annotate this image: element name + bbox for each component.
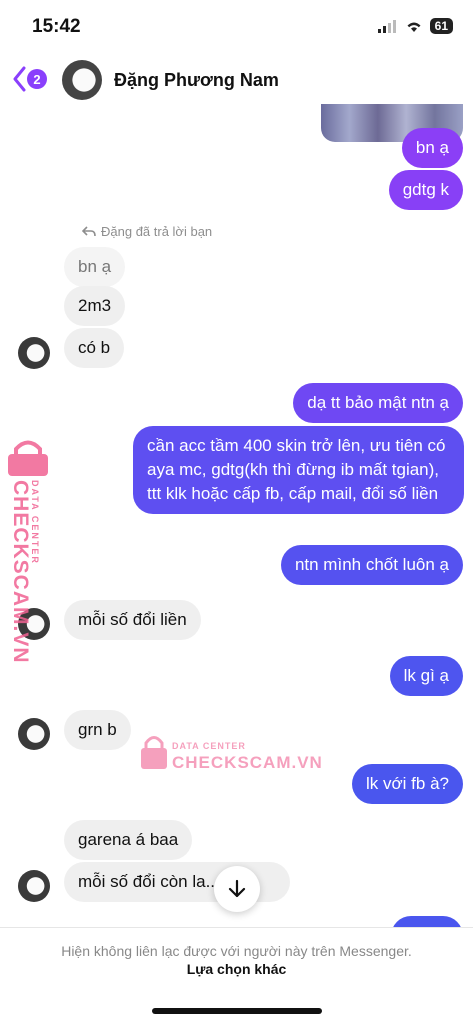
- scroll-to-bottom-button[interactable]: [214, 866, 260, 912]
- chat-header: 2 Đặng Phương Nam: [0, 52, 473, 108]
- message-bubble-outgoing[interactable]: ntn mình chốt luôn ạ: [280, 545, 463, 585]
- chevron-left-icon: [13, 66, 26, 92]
- status-time: 15:42: [32, 16, 81, 37]
- reply-note-text: Đặng đã trả lời bạn: [101, 224, 213, 239]
- watermark-center-label: DATA CENTER: [172, 741, 246, 751]
- lock-icon: [8, 440, 48, 476]
- message-bubble-incoming[interactable]: bn ạ: [64, 247, 126, 287]
- lock-icon: [141, 736, 167, 769]
- footer-note: Hiện không liên lạc được với người này t…: [61, 943, 412, 959]
- message-bubble-incoming[interactable]: mỗi số đổi liền: [64, 600, 201, 640]
- reply-note: Đặng đã trả lời bạn: [82, 224, 212, 239]
- home-indicator[interactable]: [152, 1008, 322, 1014]
- contact-avatar-small[interactable]: [18, 718, 50, 750]
- watermark-center: DATA CENTER CHECKSCAM.VN: [140, 735, 322, 775]
- message-bubble-outgoing[interactable]: dạ tt bảo mật ntn ạ: [293, 383, 463, 423]
- reply-arrow-icon: [82, 225, 96, 236]
- message-bubble-outgoing[interactable]: lk gì ạ: [389, 656, 463, 696]
- message-bubble-outgoing[interactable]: lk với fb à?: [352, 764, 463, 804]
- contact-avatar-small[interactable]: [18, 870, 50, 902]
- message-bubble-outgoing[interactable]: gdtg k: [388, 170, 463, 210]
- watermark-center-brand: CHECKSCAM.VN: [172, 753, 323, 772]
- message-bubble-incoming[interactable]: 2m3: [64, 286, 126, 326]
- status-bar: 15:42 61: [0, 0, 473, 52]
- message-bubble-incoming[interactable]: grn b: [64, 710, 131, 750]
- other-options-link[interactable]: Lựa chọn khác: [0, 961, 473, 977]
- wifi-icon: [407, 22, 421, 32]
- message-bubble-incoming[interactable]: garena á baa: [64, 820, 193, 860]
- back-button[interactable]: 2: [12, 66, 47, 92]
- battery-icon: 61: [429, 18, 453, 34]
- watermark-vertical: DATA CENTER CHECKSCAM.VN: [4, 440, 54, 664]
- message-bubble-incoming[interactable]: có b: [64, 328, 125, 368]
- contact-avatar[interactable]: [62, 60, 102, 100]
- watermark-vertical-brand: CHECKSCAM.VN: [9, 480, 32, 664]
- unread-count-badge: 2: [27, 69, 47, 89]
- status-icons: 61: [377, 18, 453, 34]
- arrow-down-icon: [228, 879, 246, 898]
- message-bubble-outgoing[interactable]: bn ạ: [401, 128, 463, 168]
- contact-name[interactable]: Đặng Phương Nam: [114, 70, 279, 91]
- message-bubble-outgoing[interactable]: cần acc tầm 400 skin trở lên, ưu tiên có…: [133, 426, 464, 514]
- signal-icon: [377, 19, 396, 33]
- contact-avatar-small[interactable]: [18, 337, 50, 369]
